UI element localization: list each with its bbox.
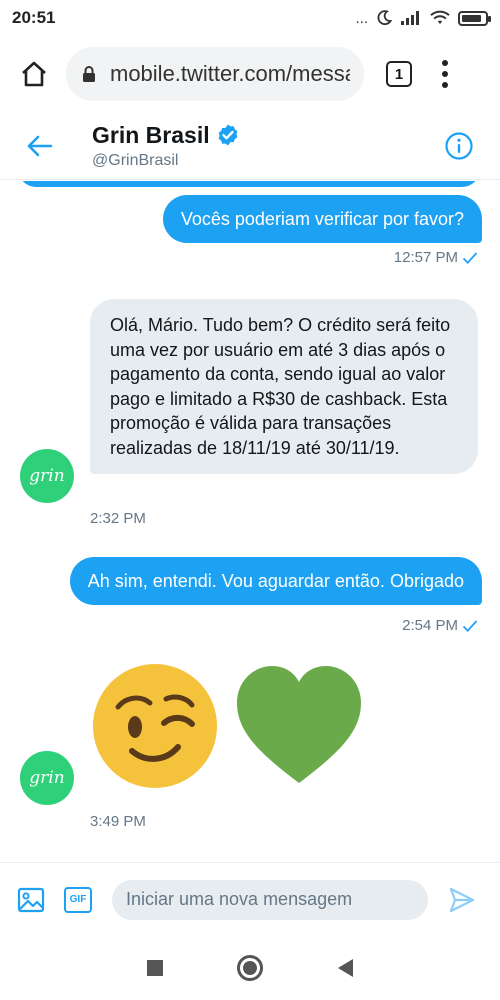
recent-apps-button[interactable] bbox=[147, 960, 164, 976]
message-timestamp: 12:57 PM bbox=[394, 249, 478, 266]
battery-level bbox=[462, 14, 481, 22]
contact-avatar[interactable]: grin bbox=[20, 449, 74, 503]
incoming-message-bubble[interactable]: Olá, Mário. Tudo bem? O crédito será fei… bbox=[90, 299, 478, 474]
image-upload-icon[interactable] bbox=[16, 885, 46, 915]
url-bar[interactable]: mobile.twitter.com/messages bbox=[66, 47, 364, 101]
menu-dot bbox=[442, 60, 448, 66]
system-home-button[interactable] bbox=[237, 955, 264, 981]
contact-info[interactable]: Grin Brasil @GrinBrasil bbox=[92, 122, 240, 170]
message-timestamp: 2:32 PM bbox=[90, 510, 146, 527]
message-timestamp: 2:54 PM bbox=[402, 617, 478, 634]
status-bar: 20:51 ... bbox=[0, 0, 500, 36]
gif-button[interactable]: GIF bbox=[64, 886, 92, 913]
home-dot bbox=[243, 961, 258, 975]
system-navigation-bar bbox=[0, 936, 500, 1000]
status-time: 20:51 bbox=[12, 8, 56, 27]
conversation-thread[interactable]: Vocês poderiam verificar por favor? 12:5… bbox=[0, 181, 500, 861]
outgoing-message-bubble[interactable]: Ah sim, entendi. Vou aguardar então. Obr… bbox=[69, 557, 482, 605]
wifi-icon bbox=[430, 10, 450, 24]
back-arrow-icon bbox=[27, 135, 53, 156]
home-icon bbox=[22, 61, 46, 87]
send-icon[interactable] bbox=[448, 886, 476, 914]
conversation-header: Grin Brasil @GrinBrasil bbox=[0, 112, 500, 180]
previous-message-bubble bbox=[18, 181, 480, 187]
timestamp-text: 2:54 PM bbox=[402, 617, 458, 634]
verified-badge-icon bbox=[218, 124, 238, 146]
emoji-message[interactable] bbox=[90, 661, 364, 791]
menu-dot bbox=[442, 71, 448, 77]
url-text: mobile.twitter.com/messages bbox=[110, 61, 350, 86]
green-heart-emoji-icon bbox=[237, 666, 361, 783]
timestamp-text: 12:57 PM bbox=[393, 249, 458, 266]
contact-avatar[interactable]: grin bbox=[20, 751, 74, 805]
contact-handle: @GrinBrasil bbox=[92, 151, 179, 169]
contact-name-row: Grin Brasil bbox=[92, 122, 240, 149]
browser-menu-button[interactable] bbox=[440, 60, 450, 88]
message-composer: GIF bbox=[0, 862, 500, 936]
signal-icon bbox=[401, 11, 419, 25]
read-check-icon bbox=[462, 619, 478, 632]
system-back-button[interactable] bbox=[337, 959, 353, 977]
menu-dot bbox=[442, 82, 448, 88]
status-icons: ... bbox=[355, 9, 491, 27]
outgoing-message-bubble[interactable]: Vocês poderiam verificar por favor? bbox=[162, 195, 482, 243]
browser-toolbar: mobile.twitter.com/messages 1 bbox=[0, 36, 500, 112]
message-input[interactable] bbox=[112, 879, 428, 920]
winking-face-emoji-icon bbox=[93, 664, 217, 788]
browser-home-button[interactable] bbox=[12, 52, 56, 96]
notification-dots: ... bbox=[355, 9, 368, 27]
lock-icon bbox=[83, 66, 95, 82]
info-icon[interactable] bbox=[444, 131, 474, 161]
back-button[interactable] bbox=[10, 116, 70, 176]
tab-switcher-button[interactable]: 1 bbox=[386, 61, 412, 87]
moon-icon bbox=[377, 10, 392, 26]
battery-icon bbox=[458, 10, 491, 26]
read-check-icon bbox=[462, 251, 478, 264]
contact-name: Grin Brasil bbox=[92, 121, 210, 148]
message-timestamp: 3:49 PM bbox=[90, 813, 146, 830]
